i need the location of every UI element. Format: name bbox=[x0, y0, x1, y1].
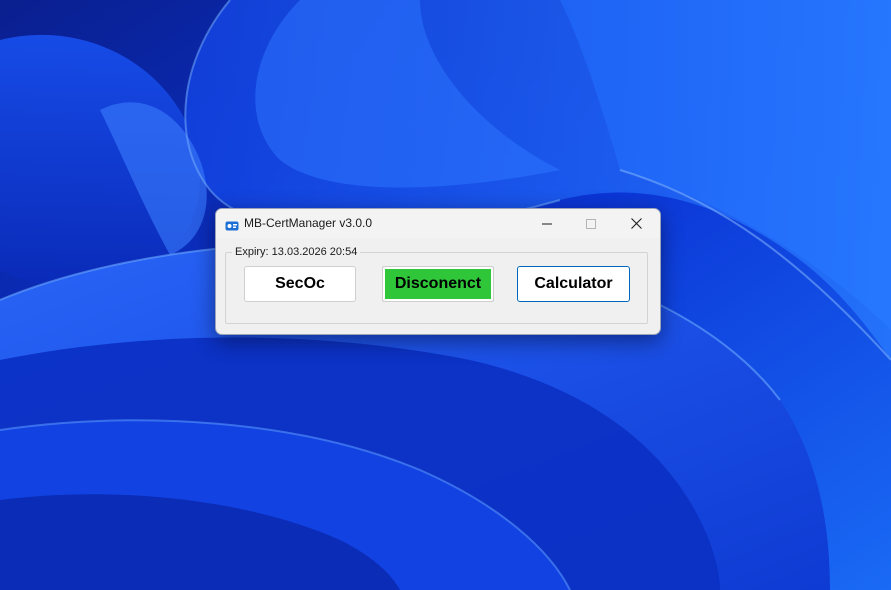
title-bar[interactable]: MB-CertManager v3.0.0 bbox=[216, 209, 660, 238]
maximize-icon bbox=[585, 218, 596, 229]
window-title: MB-CertManager v3.0.0 bbox=[244, 216, 373, 230]
expiry-label: Expiry: 13.03.2026 20:54 bbox=[232, 246, 361, 259]
secoc-button[interactable]: SecOc bbox=[244, 266, 356, 302]
close-button[interactable] bbox=[614, 209, 659, 238]
calculator-button[interactable]: Calculator bbox=[517, 266, 630, 302]
app-icon bbox=[225, 217, 239, 231]
disconnect-button[interactable]: Disconenct bbox=[382, 266, 494, 302]
app-window[interactable]: MB-CertManager v3.0.0 Expiry: 13.03.2026… bbox=[215, 208, 661, 335]
minimize-icon bbox=[541, 219, 552, 229]
close-icon bbox=[631, 218, 642, 229]
minimize-button[interactable] bbox=[524, 209, 569, 238]
maximize-button[interactable] bbox=[568, 209, 613, 238]
